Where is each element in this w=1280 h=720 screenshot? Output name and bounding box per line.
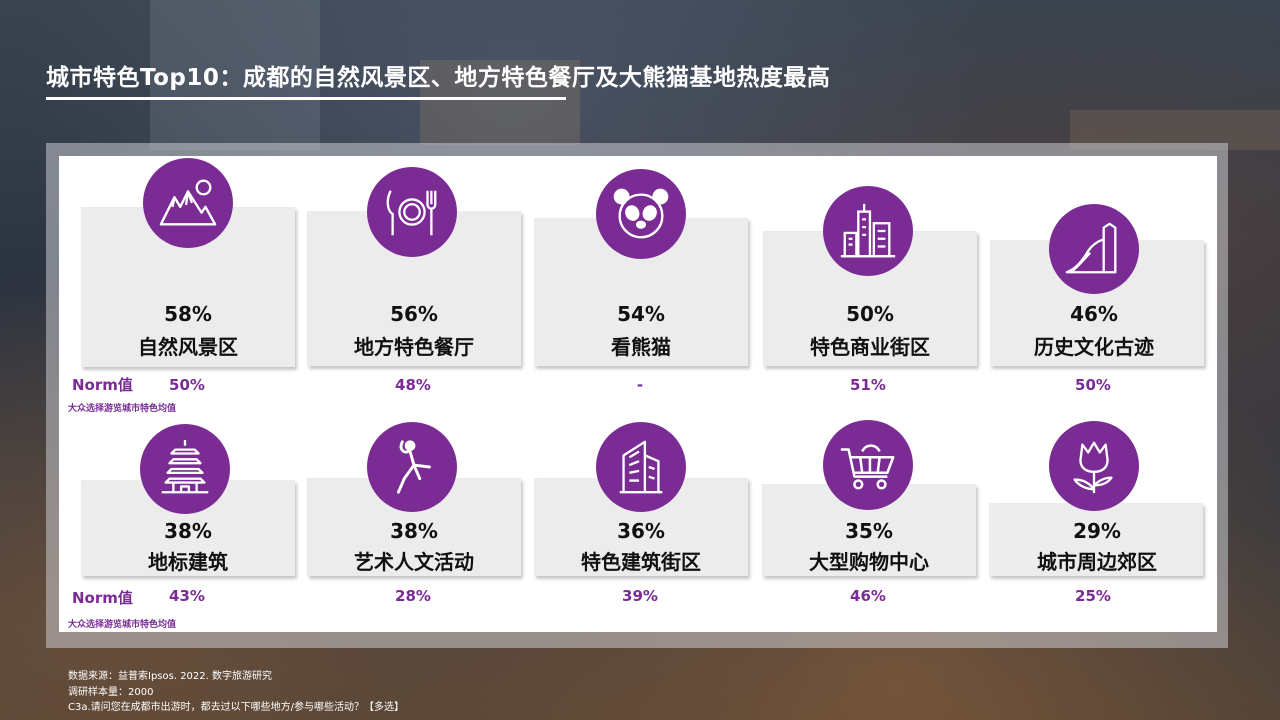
feature-label: 特色建筑街区 <box>581 550 701 574</box>
pagoda-icon <box>140 424 230 514</box>
norm-value: 48% <box>395 376 431 394</box>
norm-label: Norm值 <box>72 589 133 607</box>
feature-percent: 54% <box>617 302 665 326</box>
norm-value: - <box>636 376 644 394</box>
norm-value: 43% <box>169 587 205 605</box>
feature-percent: 36% <box>617 519 665 543</box>
feature-label: 历史文化古迹 <box>1034 335 1154 359</box>
mountain-sun-icon <box>143 158 233 248</box>
question-note: C3a.请问您在成都市出游时，都去过以下哪些地方/参与哪些活动？【多选】 <box>68 702 405 713</box>
feature-percent: 46% <box>1070 302 1118 326</box>
norm-value: 25% <box>1075 587 1111 605</box>
norm-label: Norm值 <box>72 376 133 394</box>
feature-label: 自然风景区 <box>138 335 238 359</box>
page-title: 城市特色Top10：成都的自然风景区、地方特色餐厅及大熊猫基地热度最高 <box>46 65 831 91</box>
great-wall-icon <box>1049 204 1139 294</box>
dancer-icon <box>367 422 457 512</box>
plate-cutlery-icon <box>367 167 457 257</box>
feature-label: 看熊猫 <box>611 335 671 359</box>
tulip-icon <box>1049 421 1139 511</box>
norm-note: 大众选择游览城市特色均值 <box>68 404 177 414</box>
panda-icon <box>596 169 686 259</box>
norm-value: 46% <box>850 587 886 605</box>
feature-label: 大型购物中心 <box>809 550 929 574</box>
feature-label: 特色商业街区 <box>810 335 930 359</box>
city-buildings-icon <box>823 186 913 276</box>
feature-percent: 58% <box>164 302 212 326</box>
norm-value: 39% <box>622 587 658 605</box>
feature-label: 城市周边郊区 <box>1037 550 1157 574</box>
feature-label: 艺术人文活动 <box>354 550 474 574</box>
feature-percent: 38% <box>390 519 438 543</box>
feature-label: 地标建筑 <box>148 550 228 574</box>
shopping-cart-icon <box>823 420 913 510</box>
skyscraper-icon <box>596 422 686 512</box>
norm-value: 51% <box>850 376 886 394</box>
sample-size-note: 调研样本量：2000 <box>68 687 154 698</box>
norm-value: 50% <box>169 376 205 394</box>
feature-percent: 56% <box>390 302 438 326</box>
norm-value: 28% <box>395 587 431 605</box>
feature-percent: 35% <box>845 519 893 543</box>
feature-label: 地方特色餐厅 <box>354 335 474 359</box>
norm-value: 50% <box>1075 376 1111 394</box>
title-underline <box>46 97 566 100</box>
feature-percent: 38% <box>164 519 212 543</box>
feature-percent: 29% <box>1073 519 1121 543</box>
source-note: 数据来源：益普索Ipsos. 2022. 数字旅游研究 <box>68 671 272 682</box>
norm-note: 大众选择游览城市特色均值 <box>68 620 177 630</box>
feature-percent: 50% <box>846 302 894 326</box>
